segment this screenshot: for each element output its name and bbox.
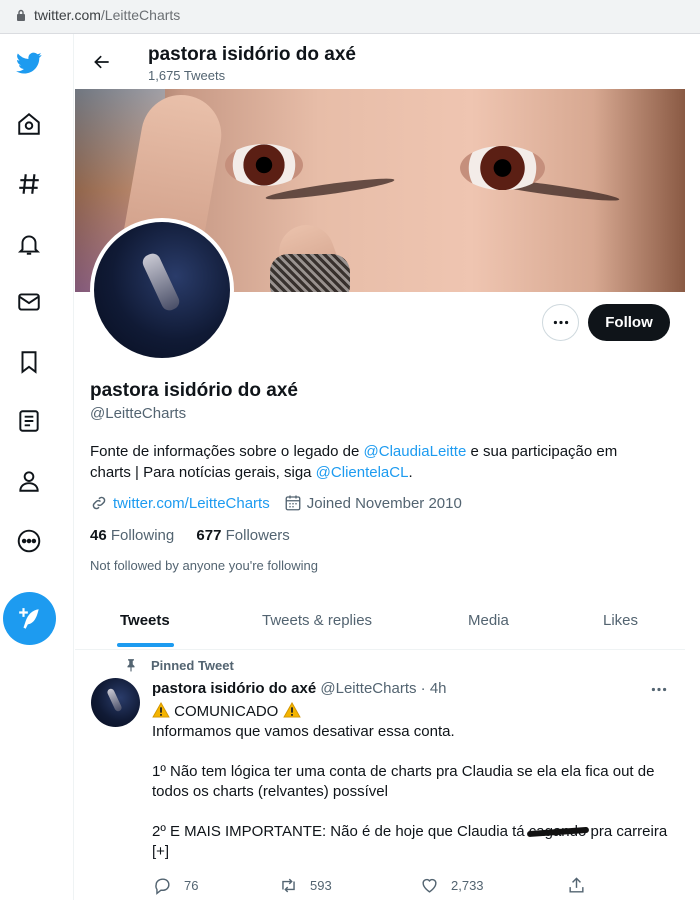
followers-count: 677 (196, 527, 222, 544)
left-navigation (0, 34, 60, 900)
avatar-figure (140, 251, 182, 313)
tweet-separator: · (420, 680, 426, 697)
bio-mention-clientelacl[interactable]: @ClientelaCL (316, 464, 409, 481)
avatar-figure (106, 687, 123, 713)
tweet-line: 1º Não tem lógica ter uma conta de chart… (152, 763, 655, 800)
bookmarks-icon[interactable] (12, 345, 46, 379)
banner-eye-right (460, 146, 545, 190)
retweet-button[interactable]: 593 (279, 876, 332, 895)
tab-likes[interactable]: Likes (603, 612, 638, 629)
lists-icon[interactable] (12, 404, 46, 438)
tweet-line: 2º E MAIS IMPORTANTE: Não é de hoje que … (152, 823, 529, 840)
tweet-more-button[interactable] (648, 681, 670, 697)
reply-icon (155, 878, 170, 895)
warning-icon (282, 702, 301, 718)
banner-lace-glove (270, 254, 350, 292)
profile-joined-date: Joined November 2010 (306, 494, 462, 512)
link-icon (92, 496, 106, 510)
tweet-line: pra carreira (586, 823, 668, 840)
reply-count: 76 (184, 878, 199, 893)
more-circle-icon[interactable] (12, 524, 46, 558)
explore-hashtag-icon[interactable] (12, 167, 46, 201)
tweet-author-avatar[interactable] (91, 678, 140, 727)
followers-link[interactable]: 677 Followers (196, 527, 289, 544)
compose-tweet-icon[interactable] (3, 592, 56, 645)
banner-eye-left (225, 144, 303, 186)
more-dots-icon (553, 320, 568, 325)
like-button[interactable]: 2,733 (420, 876, 484, 895)
tweet-author-name[interactable]: pastora isidório do axé (152, 680, 316, 697)
tweet-author-handle[interactable]: @LeitteCharts (320, 680, 416, 697)
tab-tweets[interactable]: Tweets (120, 612, 170, 629)
tweet-header: pastora isidório do axé @LeitteCharts · … (152, 680, 447, 697)
following-count: 46 (90, 527, 107, 544)
profile-more-button[interactable] (542, 304, 579, 341)
tweet-line-announcement: COMUNICADO (174, 703, 279, 720)
bio-text: . (408, 464, 413, 481)
tweet-censored-word: cagando (528, 823, 587, 840)
retweet-count: 593 (310, 878, 332, 893)
profile-meta: twitter.com/LeitteCharts Joined November… (90, 494, 462, 512)
following-label: Following (110, 527, 175, 544)
calendar-icon (285, 495, 301, 511)
tweet-line: Informamos que vamos desativar essa cont… (152, 723, 455, 740)
tweet-expand-marker[interactable]: [+] (152, 842, 677, 862)
profile-bio: Fonte de informações sobre o legado de @… (90, 441, 650, 483)
messages-envelope-icon[interactable] (12, 285, 46, 319)
share-icon (569, 877, 584, 893)
profile-follow-stats: 46 Following 677 Followers (90, 527, 290, 544)
tab-media[interactable]: Media (468, 612, 509, 629)
column-divider (73, 34, 74, 900)
follow-button[interactable]: Follow (588, 304, 670, 341)
bio-mention-claudialeitte[interactable]: @ClaudiaLeitte (364, 443, 467, 460)
profile-handle: @LeitteCharts (90, 405, 187, 422)
pinned-tweet-label: Pinned Tweet (151, 658, 234, 673)
tweet-text: COMUNICADO Informamos que vamos desativa… (152, 702, 677, 862)
warning-icon (152, 702, 170, 718)
twitter-logo-icon[interactable] (12, 46, 46, 80)
bio-text: Fonte de informações sobre o legado de (90, 443, 364, 460)
url-host: twitter.com (34, 7, 101, 23)
header-profile-name: pastora isidório do axé (148, 44, 356, 65)
followed-by-note: Not followed by anyone you're following (90, 558, 318, 573)
profile-icon[interactable] (12, 464, 46, 498)
retweet-icon (282, 878, 295, 893)
header-tweet-count: 1,675 Tweets (148, 68, 226, 83)
url-path: /LeitteCharts (100, 7, 181, 23)
more-dots-icon (651, 687, 667, 691)
browser-address-bar[interactable]: twitter.com/LeitteCharts (0, 0, 700, 34)
lock-icon (17, 9, 25, 21)
share-button[interactable] (567, 876, 598, 895)
like-heart-icon (422, 878, 437, 893)
following-link[interactable]: 46 Following (90, 527, 174, 544)
followers-label: Followers (225, 527, 290, 544)
like-count: 2,733 (451, 878, 484, 893)
active-tab-indicator (117, 643, 174, 647)
reply-button[interactable]: 76 (153, 876, 198, 895)
tab-tweets-replies[interactable]: Tweets & replies (262, 612, 372, 629)
pin-icon (127, 659, 135, 672)
url-text[interactable]: twitter.com/LeitteCharts (34, 7, 180, 23)
profile-website-link[interactable]: twitter.com/LeitteCharts (113, 495, 270, 512)
profile-name: pastora isidório do axé (90, 380, 298, 401)
back-arrow-icon[interactable] (88, 48, 116, 76)
tweet-timestamp[interactable]: 4h (430, 680, 447, 697)
profile-avatar[interactable] (90, 218, 234, 362)
notifications-bell-icon[interactable] (12, 227, 46, 261)
home-icon[interactable] (12, 107, 46, 141)
